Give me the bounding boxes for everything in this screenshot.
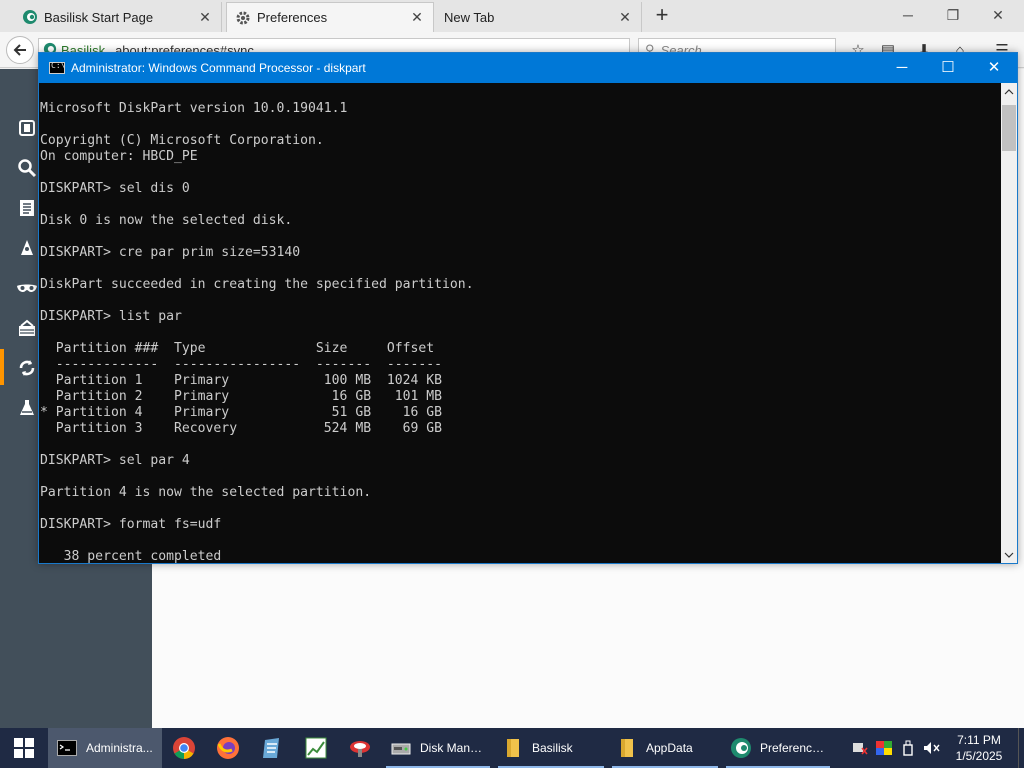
close-icon[interactable]: ✕ <box>617 9 633 26</box>
network-status-icon[interactable] <box>848 728 872 768</box>
console-line: Partition ### Type Size Offset <box>40 341 435 356</box>
applications-icon[interactable] <box>14 235 40 261</box>
scroll-up-icon[interactable] <box>1001 83 1017 100</box>
back-button[interactable] <box>6 36 34 64</box>
console-line: On computer: HBCD_PE <box>40 149 198 164</box>
vertical-scrollbar[interactable] <box>1001 83 1017 563</box>
tab-preferences[interactable]: Preferences ✕ <box>226 2 434 32</box>
speaker-muted-icon[interactable] <box>920 728 944 768</box>
security-icon[interactable] <box>14 315 40 341</box>
clock-time: 7:11 PM <box>957 733 1001 747</box>
console-line: ------------- ---------------- ------- -… <box>40 357 443 372</box>
arrow-left-icon <box>13 44 26 56</box>
minimize-icon[interactable]: ─ <box>885 0 931 30</box>
close-icon[interactable]: ✕ <box>197 9 213 26</box>
basilisk-icon <box>730 737 752 759</box>
console-line: DiskPart succeeded in creating the speci… <box>40 277 474 292</box>
usb-drive-icon[interactable] <box>896 728 920 768</box>
start-button[interactable] <box>0 728 48 768</box>
console-line: DISKPART> format fs=udf <box>40 517 222 532</box>
folder-icon <box>616 737 638 759</box>
windows-icon <box>14 738 34 758</box>
new-tab-button[interactable]: + <box>650 4 674 28</box>
console-line: DISKPART> sel par 4 <box>40 453 190 468</box>
content-icon[interactable] <box>14 195 40 221</box>
cmd-icon: C:\ <box>49 61 65 74</box>
system-tray: 7:11 PM 1/5/2025 <box>848 728 1024 768</box>
sync-icon[interactable] <box>14 355 40 381</box>
console-line: DISKPART> cre par prim size=53140 <box>40 245 301 260</box>
console-line: Partition 2 Primary 16 GB 101 MB <box>40 389 443 404</box>
cmd-titlebar[interactable]: C:\ Administrator: Windows Command Proce… <box>39 53 1017 83</box>
taskbar-item-appdata-folder[interactable]: AppData <box>608 728 722 768</box>
show-desktop-button[interactable] <box>1018 728 1024 768</box>
disk-management-icon <box>390 737 412 759</box>
console-line: Disk 0 is now the selected disk. <box>40 213 293 228</box>
browser-tab-bar: Basilisk Start Page ✕ Preferences ✕ New … <box>0 0 1024 32</box>
chrome-icon[interactable] <box>162 728 206 768</box>
taskbar-item-basilisk-folder[interactable]: Basilisk <box>494 728 608 768</box>
close-window-icon[interactable]: ✕ <box>975 0 1021 30</box>
cmd-icon <box>56 737 78 759</box>
console-line: * Partition 4 Primary 51 GB 16 GB <box>40 405 443 420</box>
scrollbar-thumb[interactable] <box>1002 105 1016 151</box>
basilisk-icon <box>22 9 38 25</box>
tab-basilisk-start-page[interactable]: Basilisk Start Page ✕ <box>14 2 222 32</box>
restore-icon[interactable]: ❐ <box>930 0 976 30</box>
disk-tool-icon[interactable] <box>338 728 382 768</box>
taskbar-item-disk-management[interactable]: Disk Mana... <box>382 728 494 768</box>
maximize-icon[interactable]: ☐ <box>925 53 971 83</box>
advanced-icon[interactable] <box>14 395 40 421</box>
colorful-app-tray-icon[interactable] <box>872 728 896 768</box>
console-line: Copyright (C) Microsoft Corporation. <box>40 133 324 148</box>
notes-app-icon[interactable] <box>250 728 294 768</box>
console-line: Partition 1 Primary 100 MB 1024 KB <box>40 373 443 388</box>
spreadsheet-chart-icon[interactable] <box>294 728 338 768</box>
folder-icon <box>502 737 524 759</box>
clock-date: 1/5/2025 <box>955 749 1003 763</box>
console-line: Partition 3 Recovery 524 MB 69 GB <box>40 421 443 436</box>
tab-label: Basilisk Start Page <box>44 9 154 25</box>
taskbar-item-preferences[interactable]: Preference... <box>722 728 834 768</box>
tab-label: New Tab <box>444 9 495 25</box>
console-line: DISKPART> sel dis 0 <box>40 181 190 196</box>
privacy-mask-icon[interactable] <box>14 275 40 301</box>
tab-label: Preferences <box>257 10 328 25</box>
taskbar: Administra... Disk Mana... Basilisk AppD… <box>0 728 1024 768</box>
taskbar-item-administrator[interactable]: Administra... <box>48 728 162 768</box>
console-output[interactable]: Microsoft DiskPart version 10.0.19041.1 C… <box>39 83 1001 563</box>
close-icon[interactable]: ✕ <box>971 53 1017 83</box>
close-icon[interactable]: ✕ <box>409 9 425 26</box>
gear-icon <box>235 10 251 26</box>
minimize-icon[interactable]: ─ <box>879 53 925 83</box>
tab-new-tab[interactable]: New Tab ✕ <box>436 2 642 32</box>
firefox-icon[interactable] <box>206 728 250 768</box>
window-title: Administrator: Windows Command Processor… <box>71 61 366 75</box>
search-icon[interactable] <box>14 155 40 181</box>
console-line: Partition 4 is now the selected partitio… <box>40 485 372 500</box>
console-line: DISKPART> list par <box>40 309 182 324</box>
general-icon[interactable] <box>14 115 40 141</box>
command-prompt-window[interactable]: C:\ Administrator: Windows Command Proce… <box>38 52 1018 564</box>
console-line: Microsoft DiskPart version 10.0.19041.1 <box>40 101 348 116</box>
scroll-down-icon[interactable] <box>1001 546 1017 563</box>
clock[interactable]: 7:11 PM 1/5/2025 <box>944 732 1014 764</box>
console-line: 38 percent completed <box>40 549 222 563</box>
selected-category-indicator <box>0 349 4 385</box>
